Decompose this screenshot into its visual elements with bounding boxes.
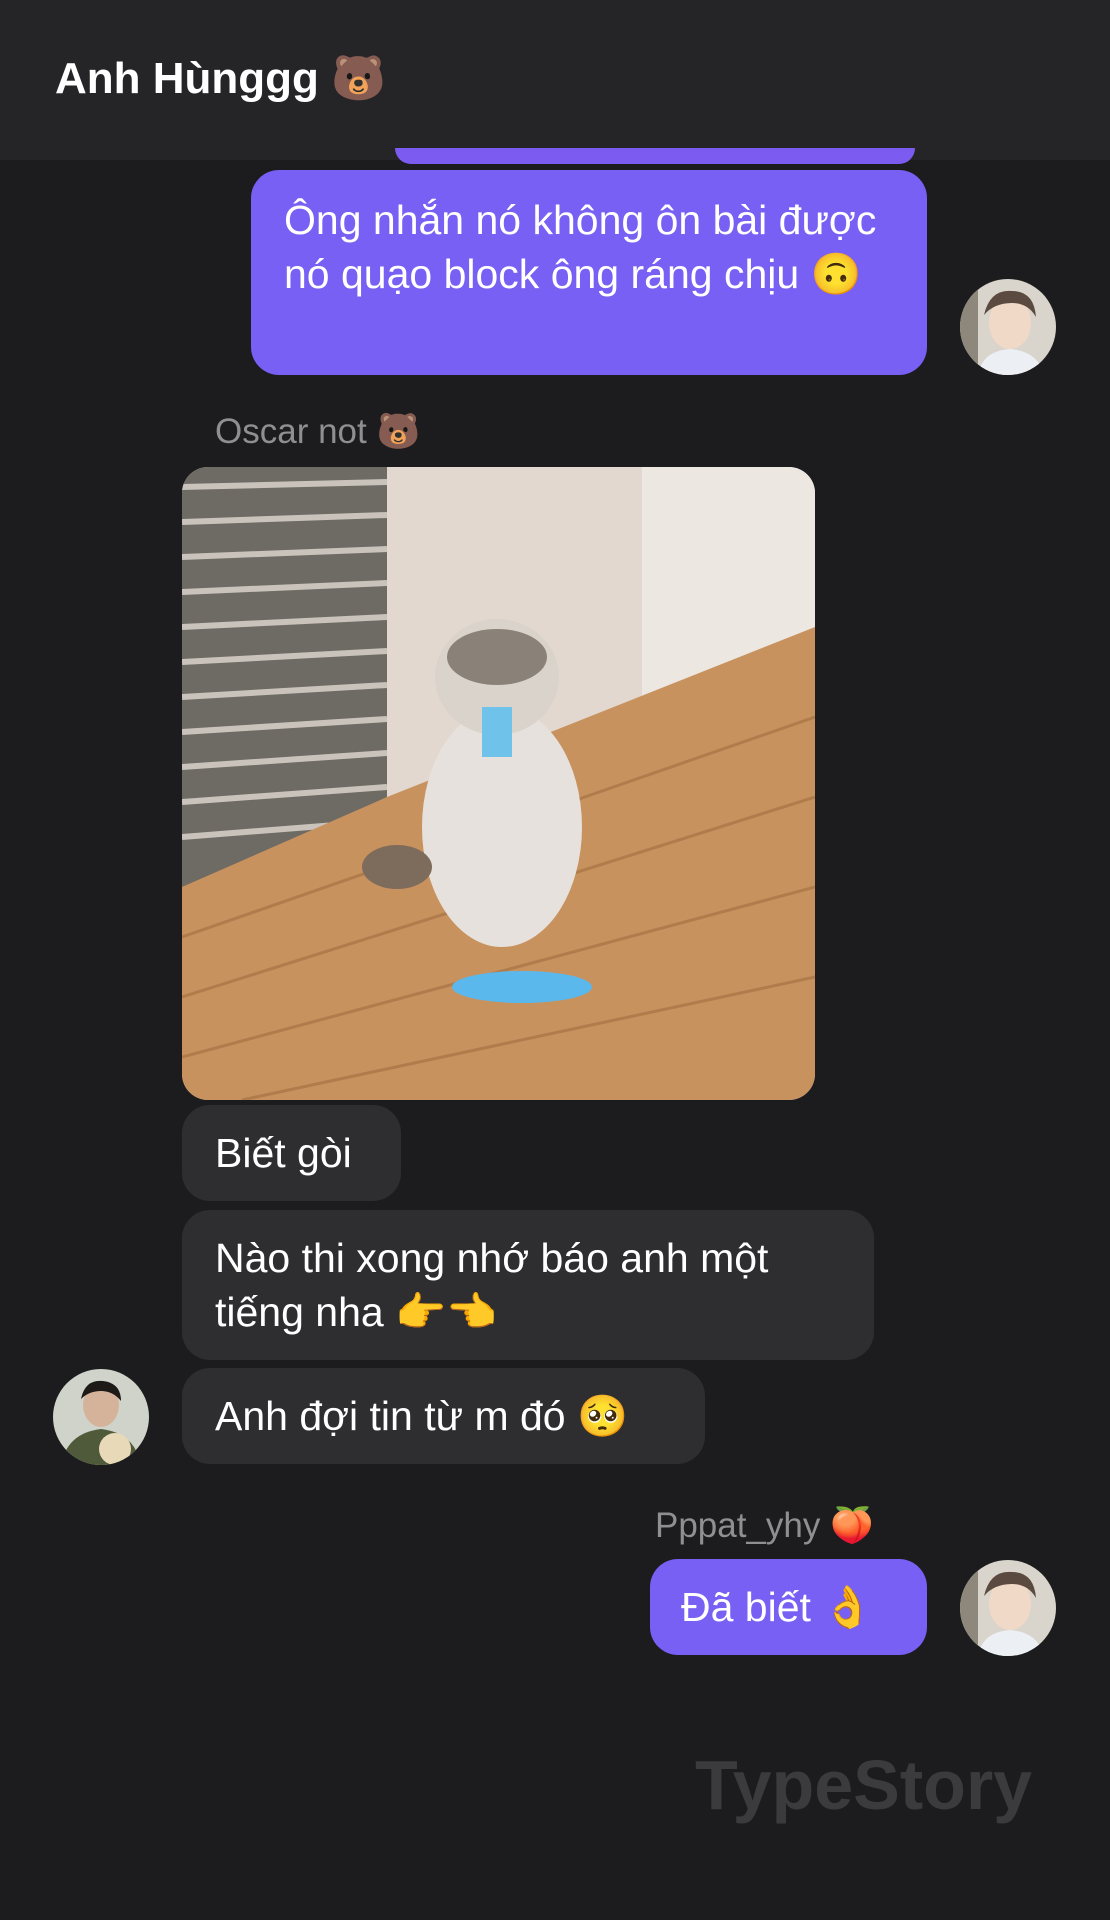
previous-message-bubble[interactable] [395,148,915,164]
my-avatar[interactable] [960,1560,1056,1656]
message-bubble-me[interactable]: Đã biết 👌 [650,1559,927,1655]
chat-title[interactable]: Anh Hùnggg 🐻 [55,52,386,104]
chat-header: Anh Hùnggg 🐻 [0,0,1110,160]
message-text: Đã biết 👌 [681,1584,874,1630]
message-bubble-them[interactable]: Nào thi xong nhớ báo anh một tiếng nha 👉… [182,1210,874,1360]
message-text: Biết gòi [215,1130,352,1176]
message-bubble-them[interactable]: Anh đợi tin từ m đó 🥺 [182,1368,705,1464]
message-text: Ông nhắn nó không ôn bài được nó quạo bl… [284,197,877,297]
contact-avatar[interactable] [53,1369,149,1465]
typestory-watermark: TypeStory [695,1746,1033,1824]
cat-photo[interactable] [182,467,815,1100]
my-avatar[interactable] [960,279,1056,375]
message-text: Anh đợi tin từ m đó 🥺 [215,1393,629,1439]
message-text: Nào thi xong nhớ báo anh một tiếng nha 👉… [215,1235,769,1335]
sender-name: Pppat_yhy 🍑 [655,1506,874,1545]
sender-name: Oscar not 🐻 [215,412,421,451]
message-bubble-me[interactable]: Ông nhắn nó không ôn bài được nó quạo bl… [251,170,927,375]
message-bubble-them[interactable]: Biết gòi [182,1105,401,1201]
